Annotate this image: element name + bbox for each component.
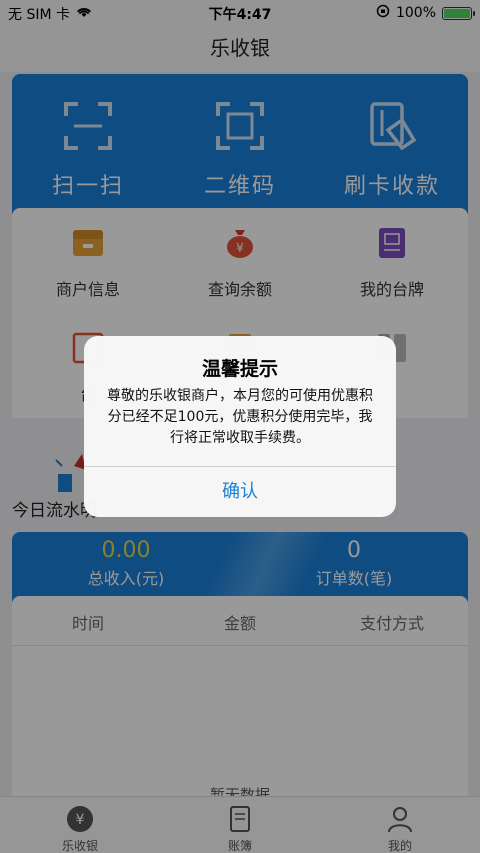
alert-title: 温馨提示	[201, 358, 278, 380]
alert-confirm-button[interactable]: 确认	[84, 466, 396, 517]
alert-dialog: 温馨提示 尊敬的乐收银商户，本月您的可使用优惠积分已经不足100元，优惠积分使用…	[84, 336, 396, 517]
alert-message: 尊敬的乐收银商户，本月您的可使用优惠积分已经不足100元，优惠积分使用完毕，我行…	[107, 388, 373, 446]
